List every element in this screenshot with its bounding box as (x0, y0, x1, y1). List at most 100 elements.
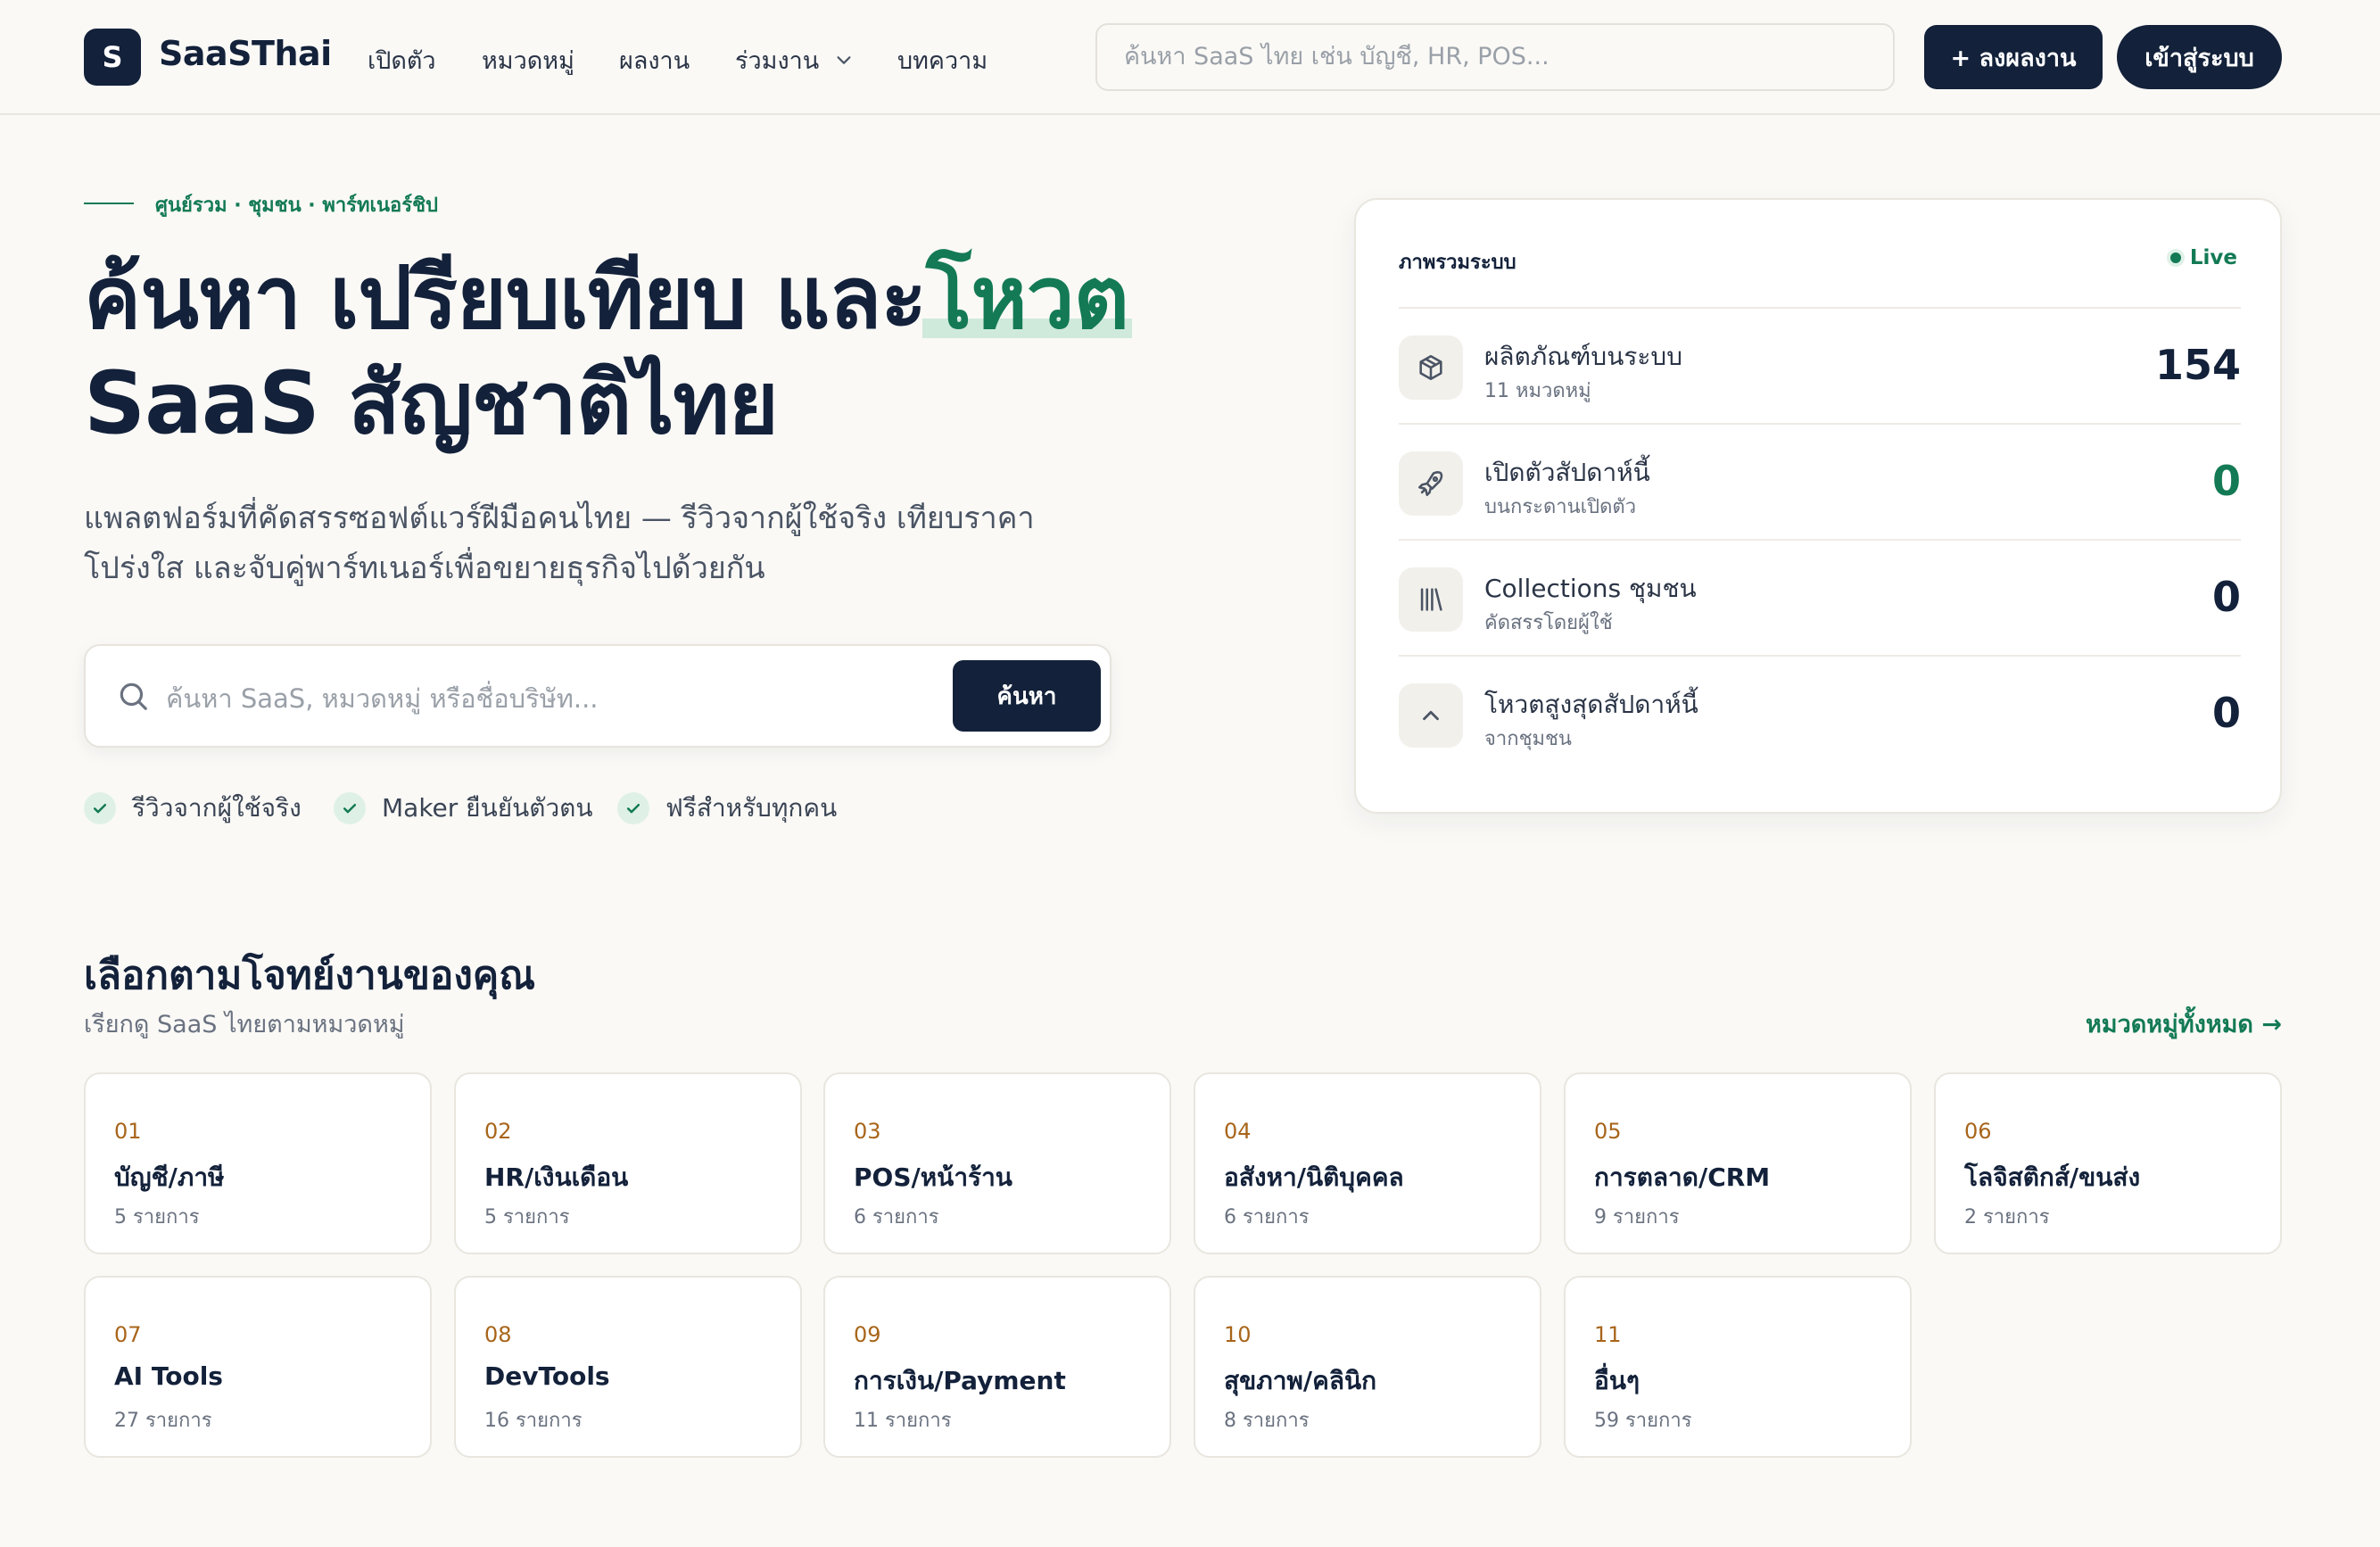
search-icon (116, 679, 150, 716)
feature-label: ฟรีสำหรับทุกคน (665, 793, 838, 823)
stat-row-products: ผลิตภัณฑ์บนระบบ 11 หมวดหมู่ 154 (1399, 307, 2241, 423)
category-name: DevTools (484, 1361, 610, 1391)
category-card-health[interactable]: 10 สุขภาพ/คลินิก 8 รายการ (1194, 1276, 1541, 1458)
category-number: 10 (1224, 1322, 1252, 1347)
hero-search-box[interactable]: ค้นหา SaaS, หมวดหมู่ หรือชื่อบริษัท... ค… (84, 644, 1111, 748)
nav-collaborate[interactable]: ร่วมงาน (735, 41, 854, 79)
feature-free: ฟรีสำหรับทุกคน (617, 789, 837, 828)
chevron-down-icon (834, 48, 854, 76)
logo-mark[interactable]: S (84, 29, 141, 86)
category-count: 11 รายการ (854, 1410, 952, 1432)
category-name: การตลาด/CRM (1594, 1162, 1771, 1192)
category-count: 27 รายการ (114, 1410, 212, 1432)
category-count: 59 รายการ (1594, 1410, 1692, 1432)
stat-value: 0 (2211, 573, 2241, 621)
hero-title: ค้นหา เปรียบเทียบ และโหวต SaaS สัญชาติไท… (84, 245, 1133, 456)
feature-label: รีวิวจากผู้ใช้จริง (132, 793, 302, 823)
category-number: 11 (1594, 1322, 1622, 1347)
category-card-pos[interactable]: 03 POS/หน้าร้าน 6 รายการ (823, 1072, 1171, 1254)
category-card-hr[interactable]: 02 HR/เงินเดือน 5 รายการ (454, 1072, 802, 1254)
category-count: 5 รายการ (484, 1206, 570, 1228)
category-number: 01 (114, 1119, 142, 1144)
stat-value: 0 (2211, 457, 2241, 505)
hero-search-input[interactable]: ค้นหา SaaS, หมวดหมู่ หรือชื่อบริษัท... (166, 678, 599, 719)
check-icon (334, 792, 366, 824)
category-count: 6 รายการ (854, 1206, 939, 1228)
category-name: อสังหา/นิติบุคคล (1224, 1162, 1404, 1192)
header-search-input[interactable]: ค้นหา SaaS ไทย เช่น บัญชี, HR, POS... (1095, 23, 1895, 91)
category-count: 6 รายการ (1224, 1206, 1310, 1228)
library-icon (1399, 567, 1463, 632)
hero-subtitle: แพลตฟอร์มที่คัดสรรซอฟต์แวร์ฝีมือคนไทย — … (84, 500, 1035, 586)
stat-row-top-votes: โหวตสูงสุดสัปดาห์นี้ จากชุมชน 0 (1399, 655, 2241, 771)
category-number: 08 (484, 1322, 512, 1347)
feature-verified-maker: Maker ยืนยันตัวตน (334, 789, 593, 828)
stat-label: ผลิตภัณฑ์บนระบบ (1484, 342, 1682, 371)
category-card-logistics[interactable]: 06 โลจิสติกส์/ขนส่ง 2 รายการ (1934, 1072, 2282, 1254)
category-number: 07 (114, 1322, 142, 1347)
overview-title: ภาพรวมระบบ (1399, 252, 1516, 274)
category-count: 2 รายการ (1964, 1206, 2050, 1228)
category-number: 09 (854, 1322, 881, 1347)
category-name: HR/เงินเดือน (484, 1162, 629, 1192)
feature-real-reviews: รีวิวจากผู้ใช้จริง (84, 789, 302, 828)
post-work-button[interactable]: + ลงผลงาน (1924, 25, 2103, 89)
check-icon (617, 792, 649, 824)
category-card-accounting[interactable]: 01 บัญชี/ภาษี 5 รายการ (84, 1072, 432, 1254)
category-number: 03 (854, 1119, 881, 1144)
hero-search-button[interactable]: ค้นหา (953, 660, 1101, 732)
hero-title-line1: ค้นหา เปรียบเทียบ และโหวต (84, 245, 1133, 351)
stat-value: 154 (2154, 341, 2241, 389)
category-card-ai-tools[interactable]: 07 AI Tools 27 รายการ (84, 1276, 432, 1458)
stat-label: Collections ชุมชน (1484, 574, 1697, 603)
category-card-payment[interactable]: 09 การเงิน/Payment 11 รายการ (823, 1276, 1171, 1458)
category-card-other[interactable]: 11 อื่นๆ 59 รายการ (1564, 1276, 1912, 1458)
stat-sub: จากชุมชน (1484, 728, 1572, 750)
eyebrow-divider (84, 203, 134, 204)
upvote-icon (1399, 683, 1463, 748)
box-icon (1399, 335, 1463, 400)
nav-collaborate-label: ร่วมงาน (735, 47, 820, 75)
live-label: Live (2189, 246, 2237, 269)
stat-sub: บนกระดานเปิดตัว (1484, 496, 1637, 518)
stat-sub: 11 หมวดหมู่ (1484, 380, 1591, 402)
brand-name[interactable]: SaaSThai (159, 34, 332, 73)
login-button[interactable]: เข้าสู่ระบบ (2117, 25, 2282, 89)
category-count: 5 รายการ (114, 1206, 200, 1228)
rocket-icon (1399, 451, 1463, 516)
categories-title: เลือกตามโจทย์งานของคุณ (84, 953, 536, 998)
nav-launch[interactable]: เปิดตัว (368, 41, 436, 79)
category-name: โลจิสติกส์/ขนส่ง (1964, 1162, 2141, 1192)
nav-works[interactable]: ผลงาน (619, 41, 690, 79)
category-name: การเงิน/Payment (854, 1366, 1066, 1395)
stat-row-launches: เปิดตัวสัปดาห์นี้ บนกระดานเปิดตัว 0 (1399, 423, 2241, 539)
category-count: 8 รายการ (1224, 1410, 1310, 1432)
category-number: 02 (484, 1119, 512, 1144)
live-dot-icon (2169, 252, 2181, 263)
all-categories-link[interactable]: หมวดหมู่ทั้งหมด → (2086, 1005, 2282, 1043)
category-name: AI Tools (114, 1361, 223, 1391)
category-count: 9 รายการ (1594, 1206, 1680, 1228)
category-name: อื่นๆ (1594, 1366, 1640, 1395)
nav-articles[interactable]: บทความ (897, 41, 988, 79)
category-count: 16 รายการ (484, 1410, 583, 1432)
category-number: 06 (1964, 1119, 1992, 1144)
category-name: บัญชี/ภาษี (114, 1162, 225, 1192)
hero-title-accent: โหวต (921, 245, 1133, 351)
hero-title-line2: SaaS สัญชาติไทย (84, 353, 779, 453)
top-header: S SaaSThai เปิดตัว หมวดหมู่ ผลงาน ร่วมงา… (0, 0, 2380, 115)
check-icon (84, 792, 116, 824)
category-number: 04 (1224, 1119, 1252, 1144)
nav-categories[interactable]: หมวดหมู่ (482, 41, 574, 79)
category-name: สุขภาพ/คลินิก (1224, 1366, 1377, 1395)
hero-title-part1: ค้นหา เปรียบเทียบ และ (84, 248, 927, 348)
category-card-devtools[interactable]: 08 DevTools 16 รายการ (454, 1276, 802, 1458)
stat-label: เปิดตัวสัปดาห์นี้ (1484, 458, 1650, 487)
category-number: 05 (1594, 1119, 1622, 1144)
live-indicator: Live (2169, 246, 2237, 269)
feature-label: Maker ยืนยันตัวตน (382, 793, 593, 823)
category-card-marketing[interactable]: 05 การตลาด/CRM 9 รายการ (1564, 1072, 1912, 1254)
category-card-property[interactable]: 04 อสังหา/นิติบุคคล 6 รายการ (1194, 1072, 1541, 1254)
categories-subtitle: เรียกดู SaaS ไทยตามหมวดหมู่ (84, 1011, 405, 1038)
category-name: POS/หน้าร้าน (854, 1162, 1012, 1192)
